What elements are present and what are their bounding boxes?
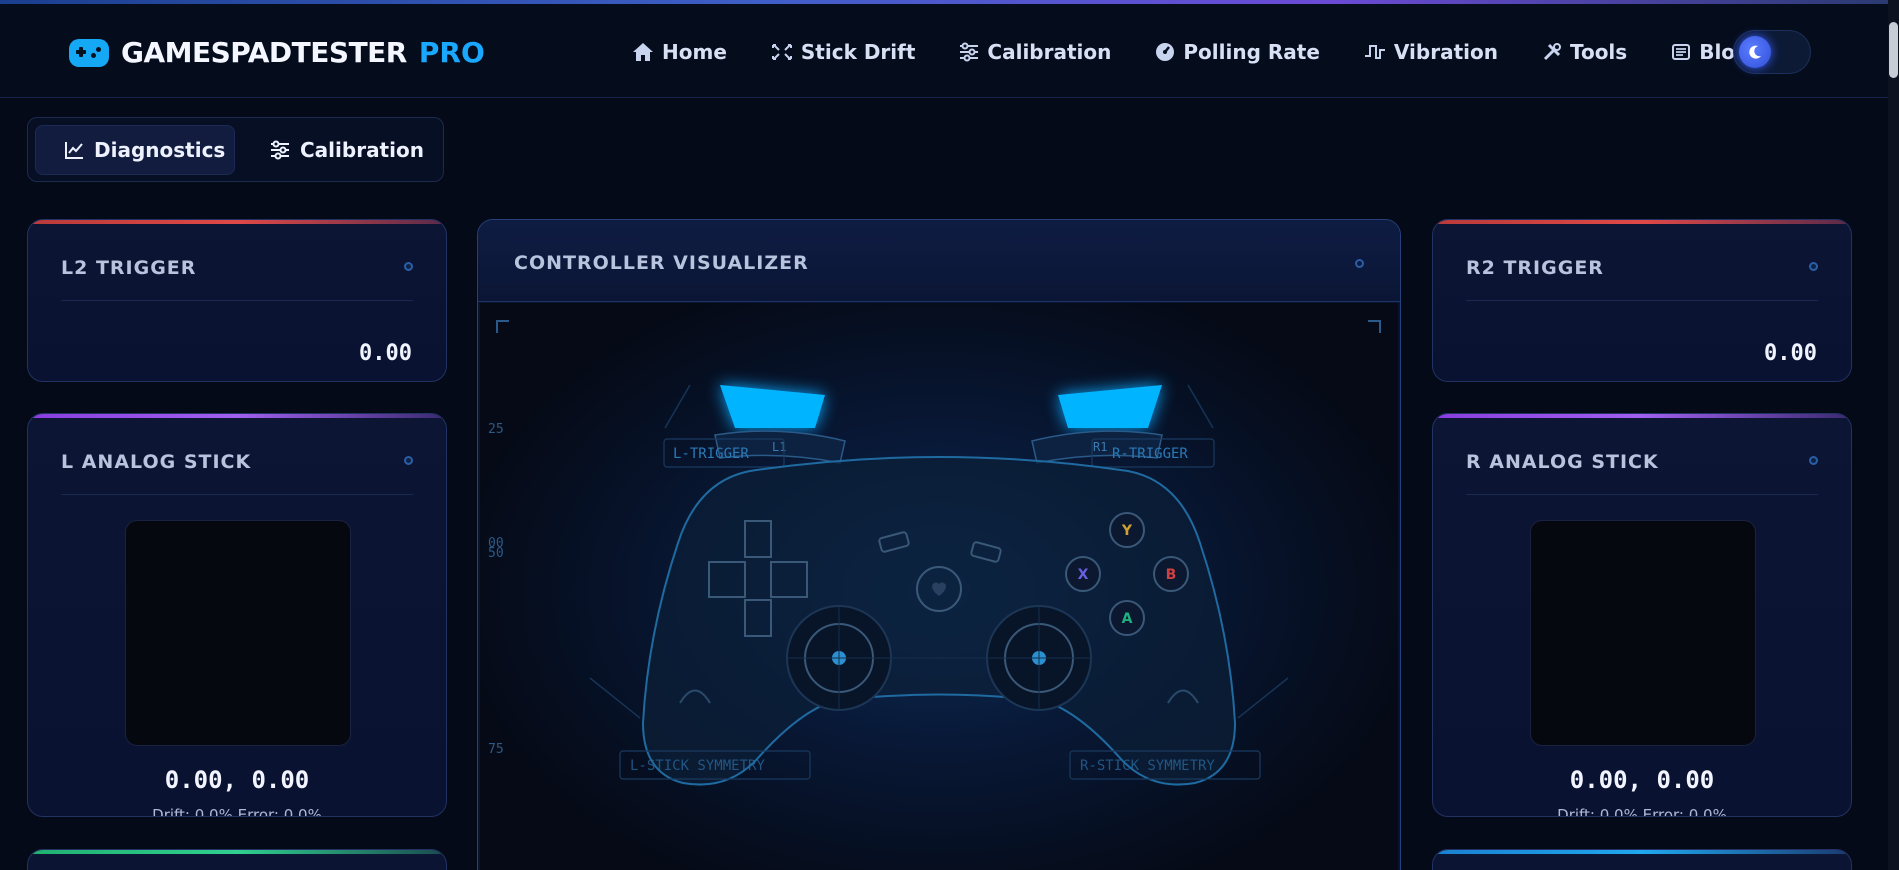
- status-dot: [1355, 259, 1364, 268]
- page-scrollbar[interactable]: [1888, 0, 1899, 870]
- main-nav: Home Stick Drift Calibration Polling Rat…: [632, 40, 1793, 64]
- chart-icon: [65, 142, 83, 159]
- divider: [61, 494, 413, 495]
- nav-stick-drift[interactable]: Stick Drift: [771, 40, 916, 64]
- nav-polling-rate-label: Polling Rate: [1183, 40, 1320, 64]
- l-stick-symmetry-label: L-STICK SYMMETRY: [630, 758, 765, 774]
- controller-body: [641, 456, 1237, 786]
- r-analog-stick-card: R ANALOG STICK 0.00, 0.00 Drift: 0.0% Er…: [1432, 413, 1852, 817]
- next-card-left: [27, 849, 447, 870]
- next-card-right: [1432, 849, 1852, 870]
- r2-value: 0.00: [1764, 341, 1817, 366]
- newspaper-icon: [1672, 44, 1691, 60]
- gauge-icon: [1156, 43, 1175, 61]
- nav-vibration[interactable]: Vibration: [1364, 40, 1498, 64]
- status-dot: [404, 456, 413, 465]
- theme-toggle[interactable]: [1733, 30, 1811, 74]
- guide-line: [1187, 384, 1214, 429]
- controller-drawing: 25 00 50 75 L1 R1 L-TRIGGER R-TRIGGER Y …: [488, 320, 1381, 786]
- side-tick: 50: [488, 546, 504, 561]
- pulse-icon: [1364, 45, 1385, 59]
- card-title: R2 TRIGGER: [1466, 257, 1604, 279]
- card-accent-bar: [1433, 850, 1851, 854]
- card-title: L ANALOG STICK: [61, 451, 252, 473]
- side-tick: 75: [488, 742, 504, 757]
- l-stick-stats: Drift: 0.0% Error: 0.0%: [152, 806, 322, 817]
- r-stick-value: 0.00, 0.00: [1569, 766, 1715, 794]
- status-dot: [1809, 456, 1818, 465]
- nav-vibration-label: Vibration: [1393, 40, 1498, 64]
- nav-calibration[interactable]: Calibration: [959, 40, 1111, 64]
- nav-stick-drift-label: Stick Drift: [800, 40, 916, 64]
- a-label: A: [1122, 611, 1133, 627]
- y-label: Y: [1121, 523, 1133, 539]
- card-title: R ANALOG STICK: [1466, 451, 1659, 473]
- moon-icon: [1749, 45, 1761, 59]
- card-accent-bar: [28, 220, 446, 224]
- scrollbar-thumb[interactable]: [1889, 22, 1898, 78]
- r-trigger-label: R-TRIGGER: [1112, 446, 1188, 462]
- brand-name: GAMESPADTESTER: [121, 36, 407, 69]
- brand-suffix: PRO: [418, 36, 485, 69]
- brand-logo[interactable]: GAMESPADTESTER PRO: [69, 36, 485, 69]
- divider: [1466, 494, 1818, 495]
- mode-tabs: Diagnostics Calibration: [27, 117, 444, 182]
- card-accent-bar: [1433, 220, 1851, 224]
- b-label: B: [1166, 567, 1177, 583]
- header: GAMESPADTESTER PRO Home Stick Drift Cali…: [0, 4, 1888, 98]
- tab-diagnostics-label: Diagnostics: [94, 138, 226, 162]
- nav-tools-label: Tools: [1569, 40, 1628, 64]
- corner-bracket: [496, 320, 509, 333]
- r2-trigger-glow: [1058, 385, 1162, 428]
- status-dot: [1809, 262, 1818, 271]
- nav-home[interactable]: Home: [632, 40, 727, 64]
- controller-visualizer-card: CONTROLLER VISUALIZER 25 00 50 75 L1 R1: [477, 219, 1401, 870]
- card-accent-bar: [1433, 414, 1851, 418]
- l2-value: 0.00: [359, 341, 412, 366]
- visualizer-canvas: 25 00 50 75 L1 R1 L-TRIGGER R-TRIGGER Y …: [480, 303, 1398, 870]
- nav-calibration-label: Calibration: [987, 40, 1112, 64]
- gamepad-icon: [69, 38, 109, 67]
- visualizer-header: CONTROLLER VISUALIZER: [478, 220, 1400, 302]
- l-stick-value: 0.00, 0.00: [164, 766, 310, 794]
- l-trigger-label: L-TRIGGER: [673, 446, 749, 462]
- r-stick-stats: Drift: 0.0% Error: 0.0%: [1557, 806, 1727, 817]
- nav-home-label: Home: [662, 40, 727, 64]
- card-accent-bar: [28, 414, 446, 418]
- visualizer-title: CONTROLLER VISUALIZER: [514, 252, 809, 274]
- r1-label: R1: [1093, 440, 1107, 454]
- tab-calibration[interactable]: Calibration: [270, 125, 424, 175]
- l2-trigger-card: L2 TRIGGER 0.00: [27, 219, 447, 382]
- toggle-knob: [1739, 36, 1771, 68]
- guide-line: [664, 384, 691, 429]
- r-stick-plot: [1530, 520, 1756, 746]
- divider: [61, 300, 413, 301]
- r-stick-symmetry-label: R-STICK SYMMETRY: [1080, 758, 1215, 774]
- drift-icon: [771, 44, 792, 60]
- sliders-icon: [271, 140, 289, 160]
- home-icon: [633, 43, 653, 61]
- r2-trigger-card: R2 TRIGGER 0.00: [1432, 219, 1852, 382]
- tab-calibration-label: Calibration: [300, 138, 424, 162]
- nav-tools[interactable]: Tools: [1542, 40, 1627, 64]
- l2-trigger-glow: [720, 385, 825, 428]
- status-dot: [404, 262, 413, 271]
- tab-diagnostics[interactable]: Diagnostics: [35, 125, 235, 175]
- corner-bracket: [1368, 320, 1381, 333]
- side-tick: 25: [488, 422, 504, 437]
- card-accent-bar: [28, 850, 446, 854]
- l-analog-stick-card: L ANALOG STICK 0.00, 0.00 Drift: 0.0% Er…: [27, 413, 447, 817]
- guide-line: [589, 677, 641, 719]
- divider: [1466, 300, 1818, 301]
- nav-polling-rate[interactable]: Polling Rate: [1155, 40, 1320, 64]
- guide-line: [1237, 677, 1289, 719]
- l-stick-plot: [125, 520, 351, 746]
- card-title: L2 TRIGGER: [61, 257, 197, 279]
- tools-icon: [1543, 43, 1561, 61]
- sliders-icon: [960, 42, 979, 62]
- x-label: X: [1078, 567, 1089, 583]
